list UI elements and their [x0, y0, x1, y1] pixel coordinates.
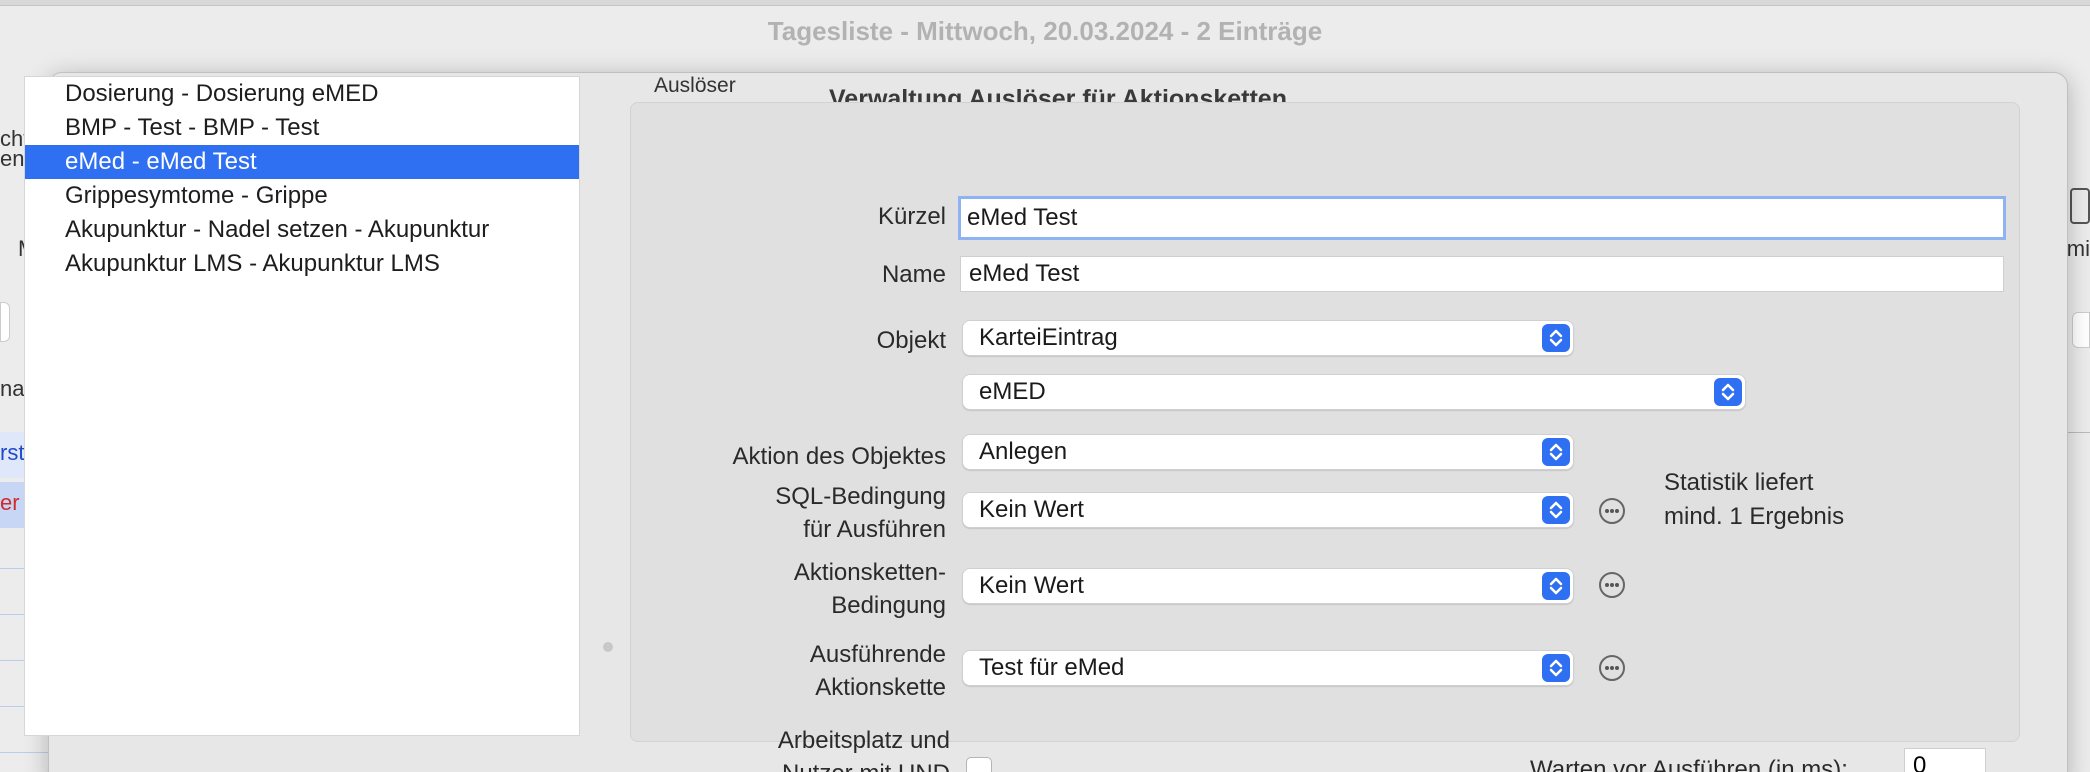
- chevron-up-down-icon: [1542, 654, 1570, 682]
- kette-bedingung-value: Kein Wert: [979, 572, 1084, 599]
- splitter-handle[interactable]: [603, 642, 613, 652]
- arbeitsplatz-label: Arbeitsplatz und Nutzer mit UND: [680, 724, 950, 772]
- chevron-up-down-icon: [1542, 324, 1570, 352]
- objekt-select[interactable]: KarteiEintrag: [962, 320, 1574, 356]
- trigger-list[interactable]: Dosierung - Dosierung eMED BMP - Test - …: [24, 76, 580, 736]
- sql-condition-select[interactable]: Kein Wert: [962, 492, 1574, 528]
- ausfuehrende-kette-label: Ausführende Aktionskette: [680, 638, 946, 704]
- field-edge[interactable]: [2072, 312, 2090, 348]
- table-grid-line: [0, 752, 48, 753]
- chevron-up-down-icon: [1542, 438, 1570, 466]
- group-label: Auslöser: [654, 74, 736, 97]
- arbeitsplatz-label-line: Arbeitsplatz und: [777, 727, 950, 754]
- table-cell-fragment: er: [0, 490, 20, 515]
- more-options-icon[interactable]: [1599, 572, 1625, 598]
- background-fragment: mi: [2066, 236, 2090, 261]
- list-item[interactable]: Akupunktur - Nadel setzen - Akupunktur: [25, 213, 579, 247]
- kuerzel-field[interactable]: eMed Test: [958, 196, 2006, 240]
- kette-bedingung-label-line: Aktionsketten-: [793, 559, 946, 586]
- ausfuehrende-kette-select[interactable]: Test für eMed: [962, 650, 1574, 686]
- name-label: Name: [881, 261, 946, 288]
- chevron-up-down-icon: [1542, 572, 1570, 600]
- sql-condition-value: Kein Wert: [979, 496, 1084, 523]
- list-item[interactable]: Akupunktur LMS - Akupunktur LMS: [25, 247, 579, 281]
- arbeitsplatz-checkbox[interactable]: [966, 757, 992, 772]
- objekt-type-select-value: eMED: [979, 378, 1046, 405]
- chevron-up-down-icon: [1714, 378, 1742, 406]
- objekt-type-select[interactable]: eMED: [962, 374, 1746, 410]
- background-fragment: en: [0, 146, 25, 171]
- calendar-icon[interactable]: [2070, 188, 2090, 224]
- list-item[interactable]: Dosierung - Dosierung eMED: [25, 77, 579, 111]
- list-item-selected[interactable]: eMed - eMed Test: [25, 145, 579, 179]
- list-item[interactable]: BMP - Test - BMP - Test: [25, 111, 579, 145]
- warten-field[interactable]: 0: [1904, 748, 1986, 772]
- objekt-label: Objekt: [876, 327, 946, 354]
- kette-bedingung-label: Aktionsketten- Bedingung: [680, 556, 946, 622]
- aktion-select-value: Anlegen: [979, 438, 1068, 465]
- statistik-text: Statistik liefert mind. 1 Ergebnis: [1664, 466, 1844, 534]
- objekt-select-value: KarteiEintrag: [979, 324, 1118, 351]
- statistik-line: Statistik liefert: [1664, 469, 1814, 496]
- more-options-icon[interactable]: [1599, 498, 1625, 524]
- kuerzel-label: Kürzel: [877, 203, 946, 230]
- search-field-edge[interactable]: [0, 302, 10, 342]
- table-cell-fragment: rst: [0, 440, 25, 465]
- sql-label: SQL-Bedingung für Ausführen: [680, 480, 946, 546]
- kette-bedingung-label-line: Bedingung: [831, 592, 946, 619]
- list-item[interactable]: Grippesymtome - Grippe: [25, 179, 579, 213]
- chevron-up-down-icon: [1542, 496, 1570, 524]
- aktion-label: Aktion des Objektes: [732, 443, 946, 470]
- sql-label-line: für Ausführen: [803, 516, 946, 543]
- ausfuehrende-kette-value: Test für eMed: [979, 654, 1125, 681]
- ausfuehrende-kette-label-line: Aktionskette: [815, 674, 946, 701]
- name-field[interactable]: eMed Test: [960, 256, 2004, 292]
- background-window-title: Tagesliste - Mittwoch, 20.03.2024 - 2 Ei…: [767, 16, 1323, 46]
- ausfuehrende-kette-label-line: Ausführende: [809, 641, 946, 668]
- statistik-line: mind. 1 Ergebnis: [1664, 503, 1845, 530]
- warten-label: Warten vor Ausführen (in ms):: [1530, 756, 1848, 772]
- more-options-icon[interactable]: [1599, 655, 1625, 681]
- arbeitsplatz-label-line: Nutzer mit UND: [680, 757, 950, 772]
- aktion-select[interactable]: Anlegen: [962, 434, 1574, 470]
- sql-label-line: SQL-Bedingung: [775, 483, 946, 510]
- background-window-top: [0, 0, 2090, 6]
- kette-bedingung-select[interactable]: Kein Wert: [962, 568, 1574, 604]
